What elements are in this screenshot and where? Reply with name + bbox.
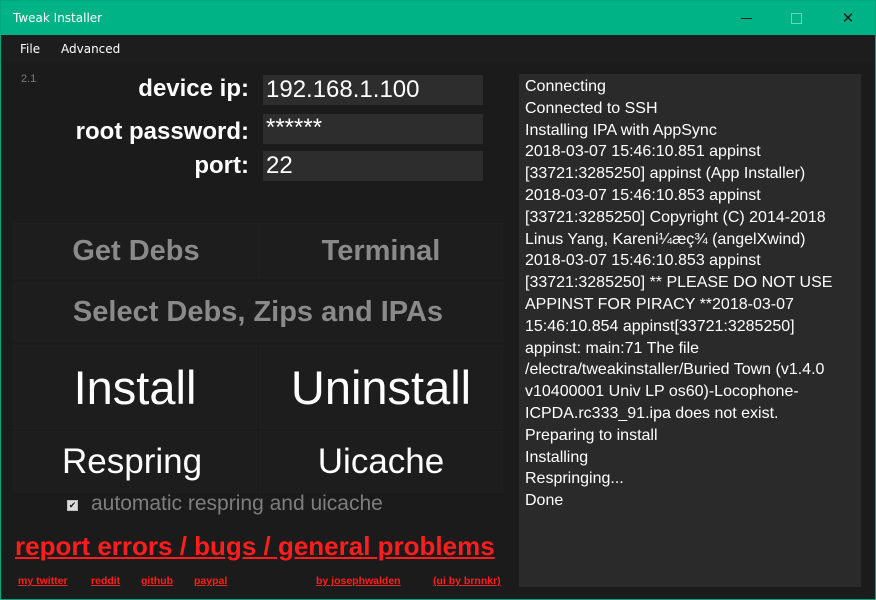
log-line: Linus Yang, Kareni¼æç¾ (angelXwind)	[525, 230, 806, 248]
log-line: Connecting	[525, 78, 606, 95]
close-icon: ✕	[841, 8, 855, 27]
auto-respring-label: automatic respring and uicache	[91, 492, 383, 515]
report-errors-link[interactable]: report errors / bugs / general problems	[15, 531, 495, 562]
log-line: /electra/tweakinstaller/Buried Town (v1.…	[525, 361, 825, 379]
terminal-button[interactable]: Terminal	[259, 223, 503, 279]
close-button[interactable]: ✕	[823, 1, 873, 35]
menu-bar: File Advanced	[1, 35, 875, 63]
ui-credit-link[interactable]: (ui by brnnkr)	[433, 575, 501, 587]
log-line: appinst: main:71 The file	[525, 339, 700, 357]
app-window: Tweak Installer ✕ File Advanced 2.1 devi…	[0, 0, 876, 600]
root-password-input[interactable]: ******	[263, 114, 483, 144]
install-button[interactable]: Install	[13, 345, 257, 429]
log-line: APPINST FOR PIRACY **2018-03-07	[525, 295, 794, 313]
paypal-link[interactable]: paypal	[194, 575, 227, 587]
auto-respring-option[interactable]: ✔ automatic respring and uicache	[67, 491, 383, 517]
title-bar[interactable]: Tweak Installer ✕	[1, 1, 875, 35]
author-link[interactable]: by josephwalden	[316, 575, 401, 587]
github-link[interactable]: github	[141, 575, 173, 587]
log-line: Installing	[525, 448, 589, 466]
uicache-button[interactable]: Uicache	[259, 431, 503, 493]
log-line: [33721:3285250] appinst (App Installer)	[525, 165, 806, 183]
log-line: Connected to SSH	[525, 99, 658, 117]
window-title: Tweak Installer	[13, 11, 103, 25]
respring-button[interactable]: Respring	[13, 431, 257, 493]
log-line: 2018-03-07 15:46:10.853 appinst	[525, 252, 761, 270]
minimize-icon	[740, 17, 752, 19]
maximize-icon	[790, 12, 802, 24]
log-line: Installing IPA with AppSync	[525, 121, 717, 139]
select-debs-button[interactable]: Select Debs, Zips and IPAs	[13, 282, 503, 342]
log-line: v10400001 Univ LP os60)-Locophone-	[525, 383, 799, 401]
minimize-button[interactable]	[721, 1, 771, 35]
log-line: ICPDA.rc333_91.ipa does not exist.	[525, 404, 779, 422]
output-log[interactable]: Connecting Connected to SSH Installing I…	[519, 74, 861, 587]
root-password-label: root password:	[75, 118, 249, 145]
log-line: Done	[525, 492, 564, 510]
menu-advanced[interactable]: Advanced	[61, 42, 120, 56]
log-line: Respringing...	[525, 470, 624, 488]
port-input[interactable]: 22	[263, 151, 483, 181]
get-debs-button[interactable]: Get Debs	[13, 223, 259, 279]
log-line: [33721:3285250] ** PLEASE DO NOT USE	[525, 274, 833, 292]
log-line: 15:46:10.854 appinst[33721:3285250]	[525, 317, 795, 335]
device-ip-label: device ip:	[138, 75, 249, 102]
log-line: 2018-03-07 15:46:10.851 appinst	[525, 143, 761, 161]
log-line: Preparing to install	[525, 426, 658, 444]
version-label: 2.1	[21, 73, 37, 85]
maximize-button[interactable]	[771, 1, 821, 35]
uninstall-button[interactable]: Uninstall	[259, 345, 503, 429]
auto-respring-checkbox[interactable]: ✔	[67, 500, 78, 511]
log-line: [33721:3285250] Copyright (C) 2014-2018	[525, 208, 826, 226]
log-line: 2018-03-07 15:46:10.853 appinst	[525, 186, 761, 204]
twitter-link[interactable]: my twitter	[18, 575, 68, 587]
menu-file[interactable]: File	[20, 42, 40, 56]
reddit-link[interactable]: reddit	[91, 575, 120, 587]
device-ip-input[interactable]: 192.168.1.100	[263, 75, 483, 105]
port-label: port:	[194, 152, 249, 179]
